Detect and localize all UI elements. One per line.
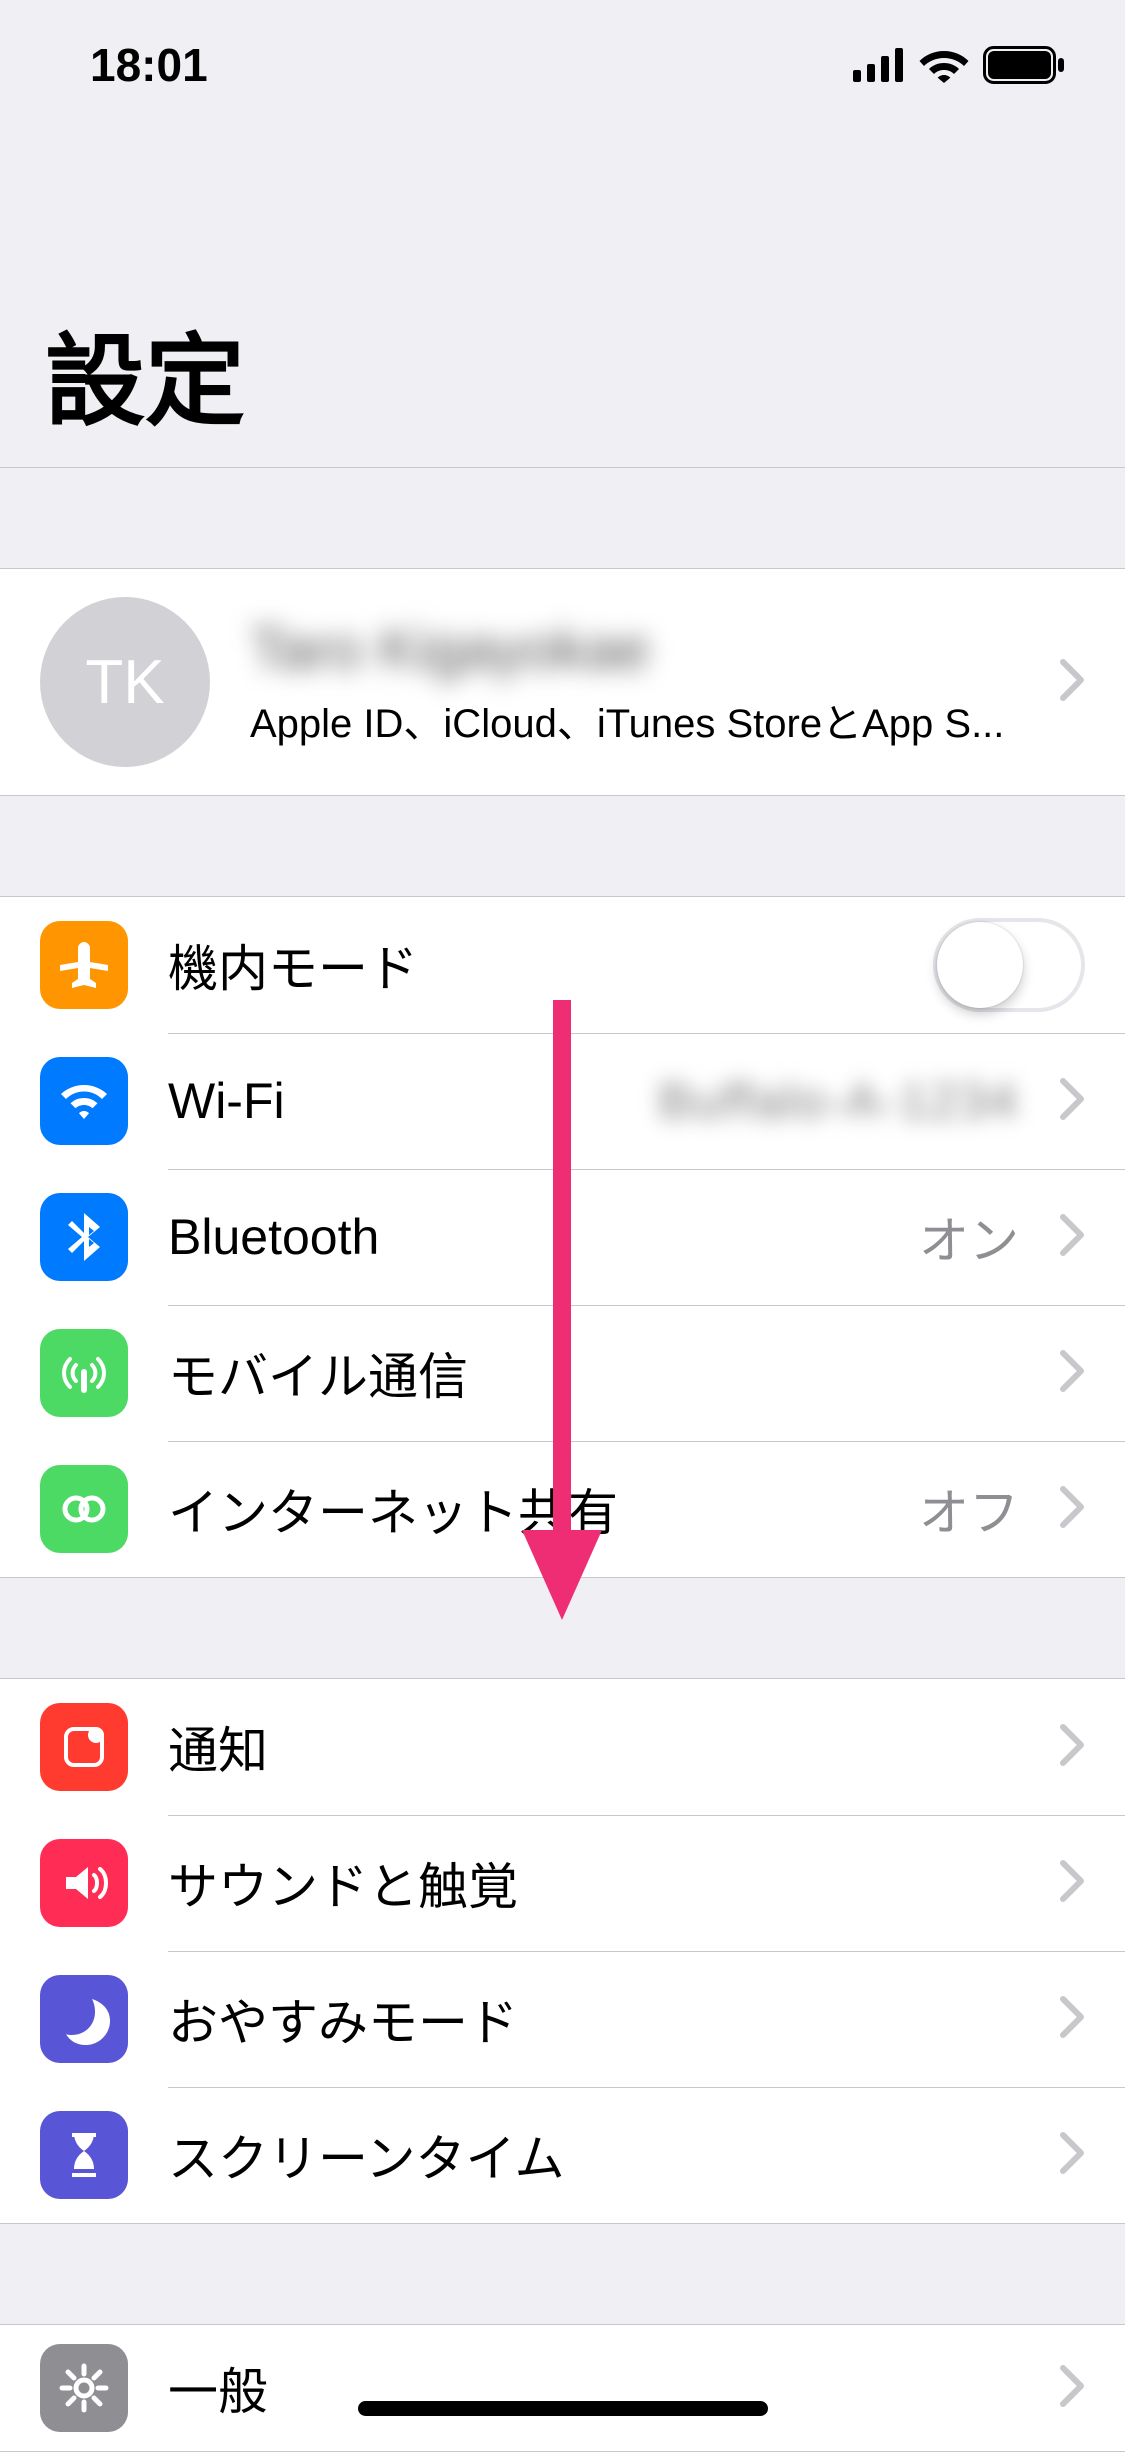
status-time: 18:01 <box>90 38 208 92</box>
wifi-icon <box>919 47 969 83</box>
row-label: モバイル通信 <box>168 1337 1039 1409</box>
chevron-right-icon <box>1059 2364 1085 2413</box>
connectivity-section: 機内モード Wi-Fi Buffalo-A-1234 Bluetooth オン … <box>0 896 1125 1578</box>
chevron-right-icon <box>1059 1995 1085 2044</box>
row-label: 機内モード <box>168 929 933 1001</box>
chevron-right-icon <box>1059 1485 1085 1534</box>
notifications-row[interactable]: 通知 <box>0 1679 1125 1815</box>
row-label: Bluetooth <box>168 1208 919 1266</box>
row-label: おやすみモード <box>168 1983 1039 2055</box>
screentime-icon <box>40 2111 128 2199</box>
chevron-right-icon <box>1059 1859 1085 1908</box>
avatar: TK <box>40 597 210 767</box>
cellular-signal-icon <box>853 48 905 82</box>
cellular-icon <box>40 1329 128 1417</box>
bluetooth-row[interactable]: Bluetooth オン <box>0 1169 1125 1305</box>
bluetooth-value: オン <box>919 1201 1019 1273</box>
chevron-right-icon <box>1059 1349 1085 1398</box>
bluetooth-icon <box>40 1193 128 1281</box>
home-indicator <box>358 2401 768 2416</box>
row-label: Wi-Fi <box>168 1072 658 1130</box>
apple-id-row[interactable]: TK Taro Kigayokae Apple ID、iCloud、iTunes… <box>0 569 1125 795</box>
dnd-icon <box>40 1975 128 2063</box>
battery-icon <box>983 46 1065 84</box>
general-section: 一般 <box>0 2324 1125 2452</box>
status-bar: 18:01 <box>0 0 1125 130</box>
screentime-row[interactable]: スクリーンタイム <box>0 2087 1125 2223</box>
chevron-right-icon <box>1059 2131 1085 2180</box>
general-row[interactable]: 一般 <box>0 2325 1125 2451</box>
page-title: 設定 <box>0 130 1125 468</box>
chevron-right-icon <box>1059 658 1085 707</box>
airplane-mode-row[interactable]: 機内モード <box>0 897 1125 1033</box>
hotspot-icon <box>40 1465 128 1553</box>
sounds-icon <box>40 1839 128 1927</box>
row-label: インターネット共有 <box>168 1473 919 1545</box>
account-name: Taro Kigayokae <box>250 616 1039 683</box>
hotspot-value: オフ <box>919 1473 1019 1545</box>
chevron-right-icon <box>1059 1213 1085 1262</box>
row-label: スクリーンタイム <box>168 2119 1039 2191</box>
general-icon <box>40 2344 128 2432</box>
airplane-icon <box>40 921 128 1009</box>
account-section: TK Taro Kigayokae Apple ID、iCloud、iTunes… <box>0 568 1125 796</box>
account-subtitle: Apple ID、iCloud、iTunes StoreとApp S... <box>250 691 1039 749</box>
alerts-section: 通知 サウンドと触覚 おやすみモード スクリーンタイム <box>0 1678 1125 2224</box>
row-label: 通知 <box>168 1711 1039 1783</box>
dnd-row[interactable]: おやすみモード <box>0 1951 1125 2087</box>
cellular-row[interactable]: モバイル通信 <box>0 1305 1125 1441</box>
airplane-toggle[interactable] <box>933 918 1085 1012</box>
row-label: サウンドと触覚 <box>168 1847 1039 1919</box>
notifications-icon <box>40 1703 128 1791</box>
wifi-row[interactable]: Wi-Fi Buffalo-A-1234 <box>0 1033 1125 1169</box>
hotspot-row[interactable]: インターネット共有 オフ <box>0 1441 1125 1577</box>
sounds-row[interactable]: サウンドと触覚 <box>0 1815 1125 1951</box>
chevron-right-icon <box>1059 1723 1085 1772</box>
wifi-value: Buffalo-A-1234 <box>658 1072 1019 1130</box>
chevron-right-icon <box>1059 1077 1085 1126</box>
wifi-icon <box>40 1057 128 1145</box>
status-icons <box>853 46 1065 84</box>
